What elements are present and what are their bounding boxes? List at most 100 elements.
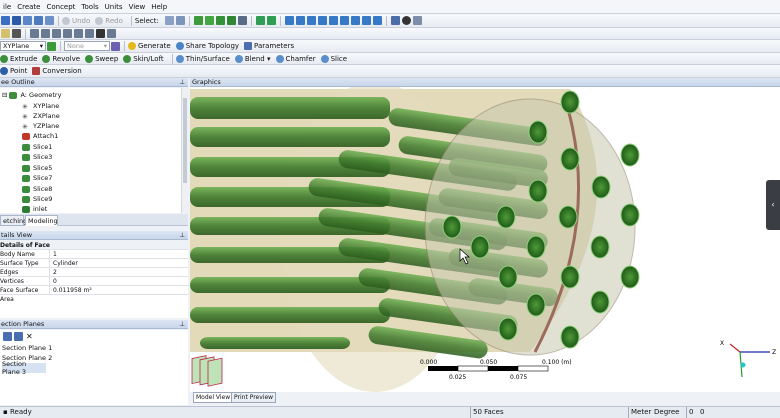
undo-button[interactable]: Undo	[62, 16, 90, 25]
tab-print-preview[interactable]: Print Preview	[231, 392, 277, 403]
tree-item-inlet[interactable]: inlet	[22, 204, 47, 213]
details-row[interactable]: Surface Type Cylinder	[0, 259, 188, 268]
tree-item-xyplane[interactable]: ✳ XYPlane	[22, 101, 59, 111]
plane-axis-icon[interactable]	[74, 29, 83, 38]
section-plane-item[interactable]: Section Plane 1	[2, 343, 52, 353]
plane-combo[interactable]: XYPlane ▾	[0, 41, 46, 51]
tube-end	[558, 205, 578, 229]
tree-item-slice3[interactable]: Slice3	[22, 152, 52, 162]
details-row[interactable]: Body Name 1	[0, 250, 188, 259]
blend-button[interactable]: Blend ▾	[234, 54, 271, 63]
model-canvas[interactable]: 0.000 0.050 0.100 (m) 0.025 0.075 Z X CS…	[190, 87, 780, 392]
tab-sketching[interactable]: etching	[0, 215, 27, 226]
collapse-icon[interactable]: ⊟	[2, 91, 7, 99]
parameters-button[interactable]: Parameters	[244, 42, 294, 50]
tree-root[interactable]: ⊟ A: Geometry	[2, 90, 61, 100]
delete-icon[interactable]: ✕	[26, 332, 33, 341]
details-row[interactable]: Edges 2	[0, 268, 188, 277]
graphics-viewport[interactable]: 0.000 0.050 0.100 (m) 0.025 0.075 Z X CS…	[190, 87, 780, 392]
tree-item-slice5[interactable]: Slice5	[22, 163, 52, 173]
side-panel-toggle[interactable]: ‹	[766, 180, 780, 230]
scrollbar-thumb[interactable]	[183, 98, 187, 183]
select-filter-icon[interactable]	[175, 16, 185, 25]
select-all-icon[interactable]	[255, 16, 265, 25]
line-style-icon[interactable]	[12, 29, 21, 38]
display-plane-icon[interactable]	[390, 16, 400, 25]
share-topology-button[interactable]: Share Topology	[175, 42, 239, 50]
redo-button[interactable]: Redo	[95, 16, 123, 25]
thin-surface-button[interactable]: Thin/Surface	[175, 54, 230, 63]
edit-section-icon[interactable]	[14, 332, 23, 341]
new-section-icon[interactable]	[3, 332, 12, 341]
sweep-button[interactable]: Sweep	[85, 54, 118, 63]
tree-item-slice8[interactable]: Slice8	[22, 184, 52, 194]
dropdown-arrow-icon[interactable]	[412, 16, 422, 25]
extend-selection-icon[interactable]	[237, 16, 247, 25]
tree-item-attach1[interactable]: Attach1	[22, 131, 58, 141]
isometric-view-icon[interactable]	[372, 16, 382, 25]
menu-concept[interactable]: Concept	[43, 3, 78, 11]
pan-icon[interactable]	[295, 16, 305, 25]
chamfer-button[interactable]: Chamfer	[275, 54, 316, 63]
menu-file[interactable]: ile	[0, 3, 14, 11]
menu-tools[interactable]: Tools	[78, 3, 101, 11]
tree-item-slice9[interactable]: Slice9	[22, 194, 52, 204]
zoom-icon[interactable]	[306, 16, 316, 25]
save-as-icon[interactable]	[23, 16, 32, 25]
tree-item-slice7[interactable]: Slice7	[22, 173, 52, 183]
tab-modeling[interactable]: Modeling	[25, 215, 58, 226]
details-group-label: Details of Face	[0, 242, 50, 249]
pin-icon[interactable]: ⊥	[179, 320, 185, 329]
zoom-fit-icon[interactable]	[328, 16, 338, 25]
screenshot-icon[interactable]	[45, 16, 54, 25]
pin-icon[interactable]: ⊥	[179, 78, 185, 87]
select-mode-icon[interactable]	[164, 16, 174, 25]
extrude-button[interactable]: Extrude	[0, 54, 37, 63]
tree-scrollbar[interactable]	[181, 88, 188, 213]
new-plane-icon[interactable]	[30, 29, 39, 38]
axis-icon[interactable]	[63, 29, 72, 38]
pin-icon[interactable]: ⊥	[179, 231, 185, 240]
skin-loft-button[interactable]: Skin/Loft	[123, 54, 164, 63]
menu-units[interactable]: Units	[102, 3, 126, 11]
details-group[interactable]: Details of Face	[0, 241, 188, 250]
new-sketch-icon[interactable]	[41, 29, 50, 38]
next-view-icon[interactable]	[361, 16, 371, 25]
select-edge-icon[interactable]	[204, 16, 214, 25]
new-plane-icon[interactable]	[47, 41, 56, 51]
new-icon[interactable]	[1, 16, 10, 25]
menu-create[interactable]: Create	[14, 3, 43, 11]
display-point-icon[interactable]	[401, 16, 411, 25]
generate-button[interactable]: Generate	[128, 42, 171, 50]
conversion-button[interactable]: Conversion	[32, 67, 82, 75]
zoom-box-icon[interactable]	[317, 16, 327, 25]
menu-help[interactable]: Help	[148, 3, 170, 11]
menu-view[interactable]: View	[126, 3, 149, 11]
pin-icon[interactable]	[96, 29, 105, 38]
slice-button[interactable]: Slice	[320, 54, 347, 63]
tree-item-yzplane[interactable]: ✳ YZPlane	[22, 121, 59, 131]
sketch-color-icon[interactable]	[1, 29, 10, 38]
details-row[interactable]: Vertices 0	[0, 277, 188, 286]
move-icon[interactable]	[107, 29, 116, 38]
details-row[interactable]: Face Surface Area 0.011958 m²	[0, 286, 188, 303]
selection-box-icon[interactable]	[266, 16, 276, 25]
section-plane-item-selected[interactable]: Section Plane 3	[2, 360, 46, 376]
magnifier-icon[interactable]	[339, 16, 349, 25]
sketch-combo[interactable]: None ▾	[64, 41, 110, 51]
point-button[interactable]: Point	[0, 67, 27, 75]
sketch-axis-icon[interactable]	[85, 29, 94, 38]
revolve-button[interactable]: Revolve	[42, 54, 80, 63]
look-at-icon[interactable]	[52, 29, 61, 38]
select-face-icon[interactable]	[215, 16, 225, 25]
select-body-icon[interactable]	[226, 16, 236, 25]
tree-item-slice1[interactable]: Slice1	[22, 142, 52, 152]
rotate-icon[interactable]	[284, 16, 294, 25]
previous-view-icon[interactable]	[350, 16, 360, 25]
new-sketch-icon[interactable]	[111, 41, 120, 51]
tree-item-zxplane[interactable]: ✳ ZXPlane	[22, 111, 60, 121]
save-icon[interactable]	[12, 16, 21, 25]
tab-model-view[interactable]: Model View	[193, 392, 234, 403]
export-icon[interactable]	[34, 16, 43, 25]
select-point-icon[interactable]	[193, 16, 203, 25]
